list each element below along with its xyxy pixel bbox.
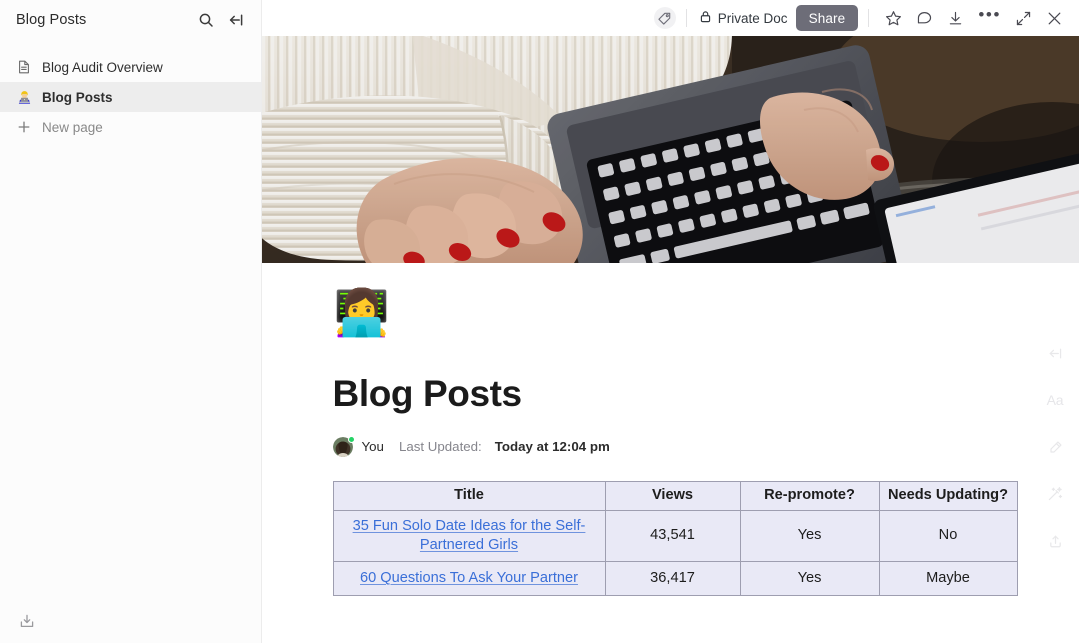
lock-icon: [699, 10, 712, 26]
more-options-icon[interactable]: •••: [972, 5, 1007, 31]
document-content: 👩‍💻 Blog Posts: [329, 263, 1018, 597]
table-head: Title Views Re-promote? Needs Updating?: [332, 480, 1018, 511]
sidebar-footer: [0, 599, 261, 643]
download-icon[interactable]: [941, 5, 970, 31]
cover-image[interactable]: [262, 32, 1079, 263]
meta-updated-label: Last Updated:: [398, 439, 482, 455]
table-body: 35 Fun Solo Date Ideas for the Self-Part…: [332, 509, 1018, 597]
column-header-needs-updating[interactable]: Needs Updating?: [878, 480, 1018, 511]
sidebar-item-label: Blog Posts: [42, 89, 113, 105]
avatar[interactable]: [332, 435, 355, 457]
blog-posts-table[interactable]: Title Views Re-promote? Needs Updating? …: [332, 480, 1018, 597]
sidebar-nav: Blog Audit Overview Blog Posts New page: [0, 52, 261, 142]
woman-technologist-emoji[interactable]: 👩‍💻: [334, 290, 1013, 346]
share-upload-icon[interactable]: [1042, 528, 1068, 554]
sidebar-item-label: Blog Audit Overview: [42, 59, 163, 75]
app-window: Blog Posts Blog Audit Overview Blog Post…: [0, 0, 1079, 643]
cell-needs-updating: No: [878, 509, 1018, 563]
column-header-views[interactable]: Views: [604, 480, 741, 511]
privacy-label: Private Doc: [717, 10, 788, 26]
tag-icon[interactable]: [653, 7, 676, 29]
post-link[interactable]: 60 Questions To Ask Your Partner: [360, 570, 578, 586]
meta-author[interactable]: You: [362, 439, 384, 454]
magic-wand-icon[interactable]: [1042, 481, 1068, 507]
cell-title: 60 Questions To Ask Your Partner: [332, 561, 606, 597]
toolbar-divider: [685, 9, 687, 27]
expand-icon[interactable]: [1009, 5, 1038, 31]
cell-needs-updating: Maybe: [878, 561, 1018, 597]
sidebar-item-blog-posts[interactable]: Blog Posts: [0, 82, 261, 112]
document-toolbar: Private Doc Share •••: [262, 0, 1079, 36]
highlighter-icon[interactable]: [1042, 434, 1068, 460]
woman-technologist-emoji: [16, 89, 32, 105]
page-title[interactable]: Blog Posts: [333, 373, 1013, 415]
privacy-status[interactable]: Private Doc: [697, 10, 794, 26]
table-row[interactable]: 35 Fun Solo Date Ideas for the Self-Part…: [332, 509, 1018, 563]
sidebar-item-label: New page: [42, 119, 103, 135]
table-row[interactable]: 60 Questions To Ask Your Partner 36,417 …: [332, 561, 1018, 597]
import-tray-icon[interactable]: [16, 610, 38, 632]
cover-image-art: [262, 32, 1079, 263]
cell-title: 35 Fun Solo Date Ideas for the Self-Part…: [332, 509, 606, 563]
return-icon[interactable]: [1042, 340, 1068, 366]
post-link[interactable]: 35 Fun Solo Date Ideas for the Self-Part…: [353, 518, 586, 553]
main-pane: Private Doc Share: [262, 0, 1079, 643]
cell-views: 43,541: [604, 509, 741, 563]
right-icon-rail: Aa: [1031, 340, 1079, 554]
column-header-repromote[interactable]: Re-promote?: [739, 480, 880, 511]
collapse-sidebar-icon[interactable]: [225, 9, 247, 31]
meta-updated-value: Today at 12:04 pm: [494, 439, 610, 455]
sidebar: Blog Posts Blog Audit Overview Blog Post…: [0, 0, 262, 643]
cell-repromote: Yes: [739, 509, 880, 563]
text-format-icon[interactable]: Aa: [1042, 387, 1068, 413]
comment-icon[interactable]: [910, 5, 939, 31]
plus-icon: [16, 119, 32, 135]
share-button[interactable]: Share: [795, 5, 859, 31]
woman-technologist-glyph: [18, 90, 30, 104]
column-header-title[interactable]: Title: [332, 480, 606, 511]
document-body: 👩‍💻 Blog Posts: [262, 263, 1079, 643]
document-icon: [16, 59, 32, 75]
document-meta: You Last Updated: Today at 12:04 pm: [332, 435, 1013, 457]
favorite-star-icon[interactable]: [879, 5, 908, 31]
close-icon[interactable]: [1040, 5, 1069, 31]
toolbar-divider-2: [868, 9, 870, 27]
search-icon[interactable]: [195, 9, 217, 31]
cell-views: 36,417: [604, 561, 741, 597]
sidebar-item-new-page[interactable]: New page: [0, 112, 261, 142]
cell-repromote: Yes: [739, 561, 880, 597]
sidebar-item-blog-audit-overview[interactable]: Blog Audit Overview: [0, 52, 261, 82]
table-header-row: Title Views Re-promote? Needs Updating?: [332, 480, 1018, 511]
presence-indicator: [347, 435, 355, 443]
sidebar-title: Blog Posts: [16, 12, 87, 28]
sidebar-header: Blog Posts: [0, 2, 261, 38]
